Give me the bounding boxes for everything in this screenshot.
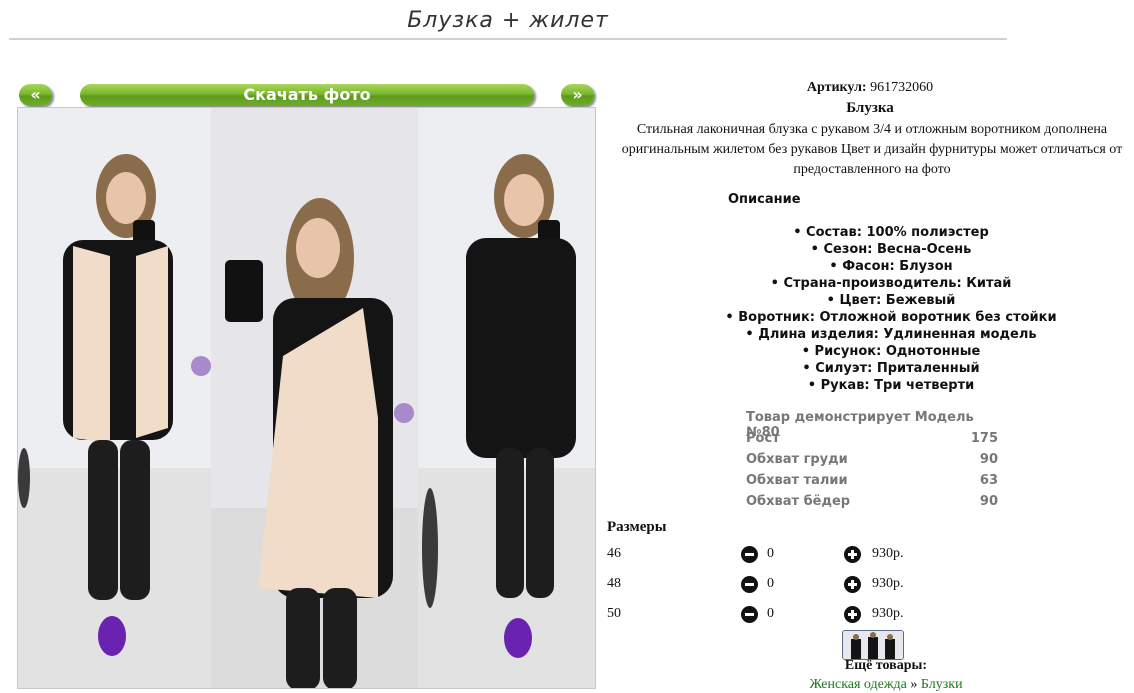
quantity-value: 0: [767, 606, 774, 621]
title-divider: [9, 38, 1007, 40]
model-row-label: Рост: [746, 431, 780, 446]
feature-item: • Фасон: Блузон: [829, 259, 953, 274]
breadcrumb-link-blouses[interactable]: Блузки: [921, 677, 963, 692]
article-line: Артикул: 961732060: [606, 80, 1134, 96]
article-value: 961732060: [870, 80, 934, 95]
product-description: Стильная лаконичная блузка с рукавом 3/4…: [621, 122, 1123, 177]
model-row: Обхват бёдер 90: [746, 494, 998, 515]
model-heading: Товар демонстрирует Модель №80: [746, 410, 998, 440]
quantity-value: 0: [767, 546, 774, 561]
model-row-label: Обхват груди: [746, 452, 848, 467]
feature-item: • Длина изделия: Удлиненная модель: [745, 327, 1037, 342]
breadcrumb-link-women-clothing[interactable]: Женская одежда: [809, 677, 906, 692]
model-row-label: Обхват бёдер: [746, 494, 851, 509]
model-row: Обхват талии 63: [746, 473, 998, 494]
model-row-value: 90: [979, 452, 998, 467]
model-row-value: 90: [979, 494, 998, 509]
description-heading: Описание: [728, 192, 801, 207]
feature-item: • Рисунок: Однотонные: [801, 344, 981, 359]
size-row: 50 0 930р.: [607, 606, 927, 626]
next-photo-button[interactable]: »: [561, 84, 594, 106]
size-price: 930р.: [872, 606, 904, 621]
quantity-value: 0: [767, 576, 774, 591]
size-label: 48: [607, 576, 621, 591]
plus-icon[interactable]: [844, 546, 861, 563]
feature-item: • Сезон: Весна-Осень: [810, 242, 972, 257]
product-photo[interactable]: [17, 107, 596, 689]
page-title: Блузка + жилет: [407, 8, 609, 33]
thumbnail-image: [843, 631, 903, 659]
minus-icon[interactable]: [741, 576, 758, 593]
feature-item: • Состав: 100% полиэстер: [793, 225, 989, 240]
product-photo-illustration: [18, 108, 595, 688]
breadcrumb: Женская одежда » Блузки: [606, 677, 1134, 693]
model-row: Обхват груди 90: [746, 452, 998, 473]
feature-item: • Воротник: Отложной воротник без стойки: [725, 310, 1057, 325]
size-price: 930р.: [872, 546, 904, 561]
feature-item: • Силуэт: Приталенный: [802, 361, 980, 376]
size-price: 930р.: [872, 576, 904, 591]
minus-icon[interactable]: [741, 546, 758, 563]
feature-list: • Состав: 100% полиэстер • Сезон: Весна-…: [606, 224, 1134, 394]
breadcrumb-separator: »: [910, 677, 918, 692]
size-label: 46: [607, 546, 621, 561]
model-row: Рост 175: [746, 431, 998, 452]
size-row: 48 0 930р.: [607, 576, 927, 596]
model-row-value: 63: [979, 473, 998, 488]
feature-item: • Рукав: Три четверти: [807, 378, 975, 393]
product-thumbnail[interactable]: [842, 630, 904, 660]
model-measurements: Товар демонстрирует Модель №80 Рост 175 О…: [746, 410, 998, 515]
more-products-heading: Ещё товары:: [844, 658, 928, 673]
size-row: 46 0 930р.: [607, 546, 927, 566]
size-label: 50: [607, 606, 621, 621]
product-name: Блузка: [846, 100, 894, 116]
article-label: Артикул:: [806, 80, 867, 95]
prev-photo-button[interactable]: «: [19, 84, 52, 106]
download-photo-button[interactable]: Скачать фото: [80, 84, 534, 106]
model-row-value: 175: [970, 431, 998, 446]
feature-item: • Страна-производитель: Китай: [770, 276, 1012, 291]
feature-item: • Цвет: Бежевый: [826, 293, 956, 308]
minus-icon[interactable]: [741, 606, 758, 623]
plus-icon[interactable]: [844, 606, 861, 623]
model-heading-text: Товар демонстрирует Модель №80: [746, 410, 974, 440]
model-row-label: Обхват талии: [746, 473, 848, 488]
sizes-heading: Размеры: [607, 519, 667, 535]
plus-icon[interactable]: [844, 576, 861, 593]
